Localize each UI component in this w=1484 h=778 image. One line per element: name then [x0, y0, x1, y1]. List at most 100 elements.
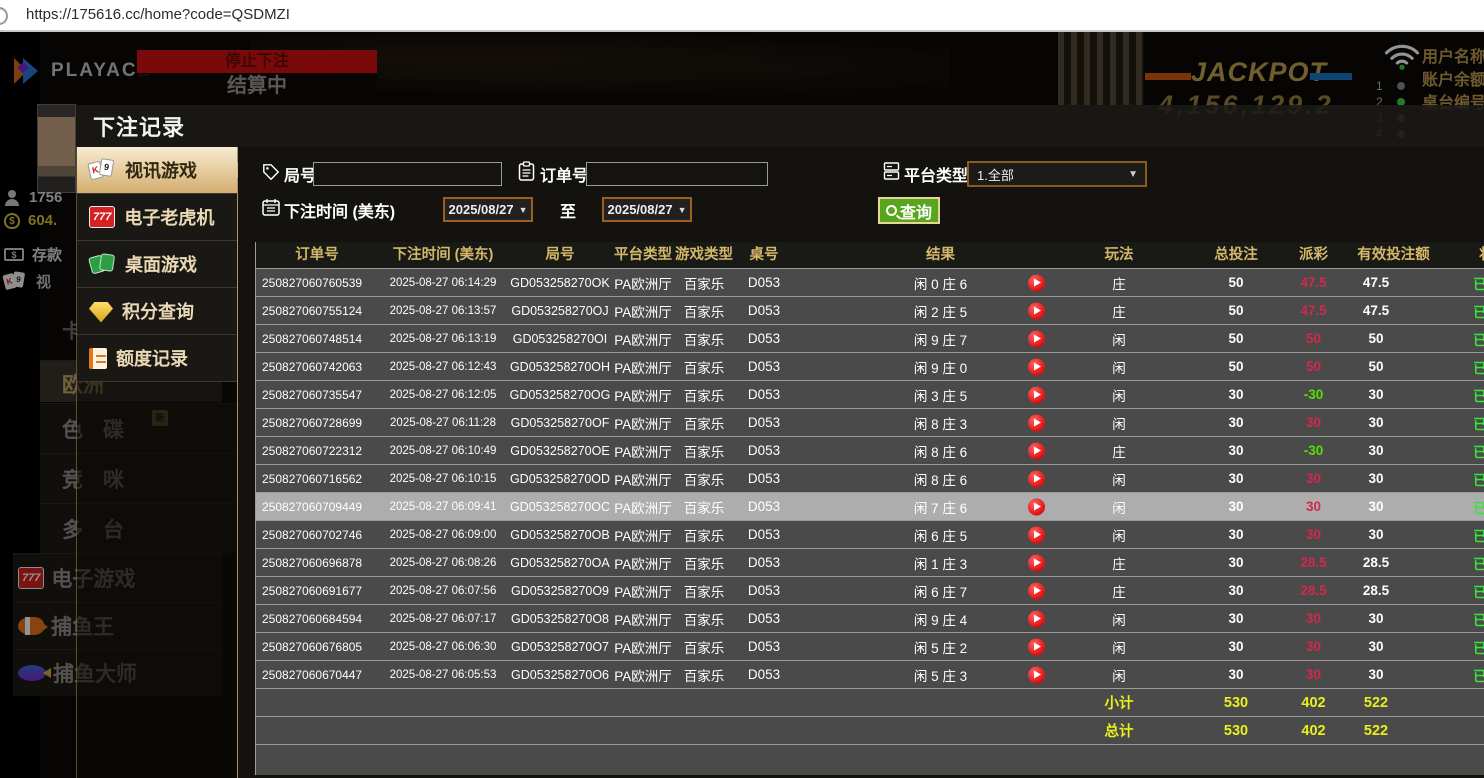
cell-game-type: 百家乐	[674, 465, 734, 492]
date-from-picker[interactable]: 2025/08/27 ▼	[443, 197, 533, 222]
cell-platform: PA欧洲厅	[612, 661, 674, 688]
table-row[interactable]: 2508270607027462025-08-27 06:09:00GD0532…	[256, 521, 1484, 549]
table-row[interactable]: 2508270607094492025-08-27 06:09:41GD0532…	[256, 493, 1484, 521]
play-icon[interactable]	[1028, 414, 1045, 431]
bet-time-label: 下注时间 (美东)	[284, 198, 395, 222]
cell-bet-time: 2025-08-27 06:12:43	[378, 353, 508, 380]
total-value: 402	[1281, 717, 1346, 744]
menu-item-视讯游戏[interactable]: K9视讯游戏	[77, 147, 237, 194]
cell-total-bet: 30	[1171, 437, 1281, 464]
play-icon[interactable]	[1028, 302, 1045, 319]
cell-payout: -30	[1281, 381, 1346, 408]
total-value	[1441, 689, 1484, 716]
cell-order-no: 250827060722312	[256, 437, 378, 464]
cell-platform: PA欧洲厅	[612, 577, 674, 604]
table-row[interactable]: 2508270607223122025-08-27 06:10:49GD0532…	[256, 437, 1484, 465]
column-header: 总投注	[1171, 242, 1281, 268]
date-to-picker[interactable]: 2025/08/27 ▼	[602, 197, 692, 222]
cell-result: 闲 2 庄 5	[794, 297, 1067, 324]
cell-result: 闲 8 庄 3	[794, 409, 1067, 436]
date-to-value: 2025/08/27	[608, 202, 673, 217]
cell-game-type: 百家乐	[674, 521, 734, 548]
table-row[interactable]: 2508270607286992025-08-27 06:11:28GD0532…	[256, 409, 1484, 437]
cell-game-type: 百家乐	[674, 381, 734, 408]
calendar-icon	[262, 198, 280, 216]
cell-valid-bet: 30	[1346, 605, 1441, 632]
table-row[interactable]: 2508270606845942025-08-27 06:07:17GD0532…	[256, 605, 1484, 633]
play-icon[interactable]	[1028, 470, 1045, 487]
menu-item-积分查询[interactable]: 积分查询	[77, 288, 237, 335]
play-icon[interactable]	[1028, 610, 1045, 627]
cell-total-bet: 30	[1171, 605, 1281, 632]
cell-status: 已派彩	[1441, 353, 1484, 380]
result-text: 闲 0 庄 6	[914, 273, 967, 293]
order-input[interactable]	[586, 162, 768, 186]
total-value: 522	[1346, 689, 1441, 716]
browser-address-bar[interactable]: https://175616.cc/home?code=QSDMZI	[0, 0, 1484, 32]
url-text[interactable]: https://175616.cc/home?code=QSDMZI	[26, 6, 290, 23]
menu-item-label: 额度记录	[116, 345, 188, 371]
cell-round-no: GD053258270O8	[508, 605, 612, 632]
cell-table-no: D053	[734, 297, 794, 324]
round-input[interactable]	[313, 162, 502, 186]
cell-payout: 30	[1281, 409, 1346, 436]
cell-payout: 30	[1281, 605, 1346, 632]
menu-item-电子老虎机[interactable]: 777电子老虎机	[77, 194, 237, 241]
table-row[interactable]: 2508270607165622025-08-27 06:10:15GD0532…	[256, 465, 1484, 493]
result-text: 闲 6 庄 5	[914, 525, 967, 545]
cell-total-bet: 50	[1171, 297, 1281, 324]
cell-valid-bet: 28.5	[1346, 577, 1441, 604]
column-header: 有效投注额	[1346, 242, 1441, 268]
play-icon[interactable]	[1028, 554, 1045, 571]
play-icon[interactable]	[1028, 638, 1045, 655]
clipboard-icon	[518, 161, 535, 181]
play-icon[interactable]	[1028, 582, 1045, 599]
play-icon[interactable]	[1028, 526, 1045, 543]
play-icon[interactable]	[1028, 666, 1045, 683]
play-icon[interactable]	[1028, 274, 1045, 291]
platform-select-value: 1.全部	[977, 165, 1014, 184]
menu-item-桌面游戏[interactable]: 桌面游戏	[77, 241, 237, 288]
table-row[interactable]: 2508270607420632025-08-27 06:12:43GD0532…	[256, 353, 1484, 381]
cell-total-bet: 30	[1171, 521, 1281, 548]
total-value: 402	[1281, 689, 1346, 716]
cell-game-type: 百家乐	[674, 353, 734, 380]
play-icon[interactable]	[1028, 358, 1045, 375]
search-button[interactable]: 查询	[878, 197, 940, 224]
cell-bet-time: 2025-08-27 06:10:15	[378, 465, 508, 492]
table-row[interactable]: 2508270606916772025-08-27 06:07:56GD0532…	[256, 577, 1484, 605]
table-row[interactable]: 2508270607605392025-08-27 06:14:29GD0532…	[256, 269, 1484, 297]
table-row[interactable]: 2508270607355472025-08-27 06:12:05GD0532…	[256, 381, 1484, 409]
cell-bet-time: 2025-08-27 06:10:49	[378, 437, 508, 464]
cell-round-no: GD053258270OG	[508, 381, 612, 408]
table-row[interactable]: 2508270606768052025-08-27 06:06:30GD0532…	[256, 633, 1484, 661]
table-row[interactable]: 2508270606968782025-08-27 06:08:26GD0532…	[256, 549, 1484, 577]
cell-valid-bet: 30	[1346, 521, 1441, 548]
play-icon[interactable]	[1028, 442, 1045, 459]
cell-platform: PA欧洲厅	[612, 493, 674, 520]
cell-round-no: GD053258270O9	[508, 577, 612, 604]
table-row[interactable]: 2508270607485142025-08-27 06:13:19GD0532…	[256, 325, 1484, 353]
result-text: 闲 2 庄 5	[914, 301, 967, 321]
menu-item-额度记录[interactable]: 额度记录	[77, 335, 237, 382]
modal-title: 下注记录	[93, 110, 185, 142]
cell-round-no: GD053258270OJ	[508, 297, 612, 324]
total-value	[508, 689, 612, 716]
cell-bet-type: 闲	[1067, 325, 1171, 352]
result-text: 闲 6 庄 7	[914, 581, 967, 601]
cell-order-no: 250827060702746	[256, 521, 378, 548]
result-text: 闲 7 庄 6	[914, 497, 967, 517]
play-icon[interactable]	[1028, 386, 1045, 403]
play-icon[interactable]	[1028, 498, 1045, 515]
table-row[interactable]: 2508270606704472025-08-27 06:05:53GD0532…	[256, 661, 1484, 689]
cell-payout: -30	[1281, 437, 1346, 464]
cell-platform: PA欧洲厅	[612, 353, 674, 380]
cell-order-no: 250827060728699	[256, 409, 378, 436]
menu-item-label: 视讯游戏	[125, 157, 197, 183]
cell-round-no: GD053258270OB	[508, 521, 612, 548]
cell-result: 闲 6 庄 7	[794, 577, 1067, 604]
table-row[interactable]: 2508270607551242025-08-27 06:13:57GD0532…	[256, 297, 1484, 325]
platform-select[interactable]: 1.全部 ▼	[967, 161, 1147, 187]
play-icon[interactable]	[1028, 330, 1045, 347]
cell-round-no: GD053258270OC	[508, 493, 612, 520]
